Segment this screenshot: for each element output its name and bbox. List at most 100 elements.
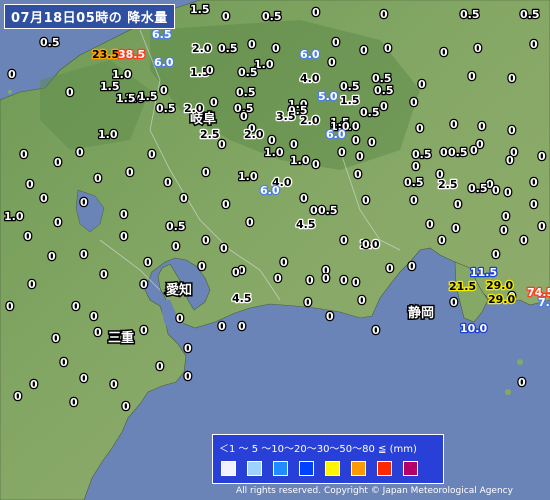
station-value: 0: [352, 134, 360, 147]
station-value: 0: [538, 220, 546, 233]
station-value: 0: [24, 230, 32, 243]
station-value: 0: [122, 400, 130, 413]
station-value: 2.0: [192, 42, 212, 55]
legend-swatch: [221, 461, 236, 476]
station-value: 0: [40, 192, 48, 205]
station-value: 0.5: [448, 146, 468, 159]
station-value: 0: [218, 320, 226, 333]
station-value: 0: [504, 186, 512, 199]
station-value: 0: [530, 198, 538, 211]
station-value: 0.5: [238, 66, 258, 79]
map-title: 07月18日05時の 降水量: [4, 4, 175, 29]
station-value: 0: [384, 42, 392, 55]
station-value: 0.5: [374, 84, 394, 97]
station-value: 0.5: [404, 176, 424, 189]
station-value: 0: [362, 238, 370, 251]
station-value: 0: [8, 68, 16, 81]
station-value: 0: [290, 138, 298, 151]
station-value: 0: [222, 198, 230, 211]
station-value: 0: [530, 176, 538, 189]
legend-swatch: [403, 461, 418, 476]
station-value: 0: [300, 192, 308, 205]
station-value: 0: [202, 166, 210, 179]
station-value: 0: [450, 296, 458, 309]
station-value: 0: [368, 136, 376, 149]
station-value: 1.0: [290, 154, 310, 167]
station-value: 6.0: [300, 48, 320, 61]
station-value: 5.0: [318, 90, 338, 103]
station-value: 0: [280, 256, 288, 269]
station-value: 0: [28, 278, 36, 291]
station-value: 0: [6, 300, 14, 313]
station-value: 11.5: [470, 266, 497, 279]
station-value: 0: [386, 262, 394, 275]
station-value: 0: [312, 158, 320, 171]
station-value: 0: [356, 150, 364, 163]
station-value: 0: [426, 218, 434, 231]
station-value: 0: [94, 172, 102, 185]
legend-scale: ＜1 ～ 5 ～10～20～30～50～80 ≦ (mm): [219, 444, 417, 455]
station-value: 0: [172, 240, 180, 253]
station-value: 0: [48, 250, 56, 263]
station-value: 0: [220, 242, 228, 255]
station-value: 4.0: [300, 72, 320, 85]
station-value: 0: [380, 8, 388, 21]
station-value: 0: [120, 230, 128, 243]
station-value: 0: [520, 234, 528, 247]
station-value: 0: [248, 38, 256, 51]
station-value: 10.0: [460, 322, 487, 335]
station-value: 38.5: [118, 48, 145, 61]
station-value: 0: [358, 294, 366, 307]
station-value: 0: [352, 276, 360, 289]
station-value: 0: [306, 274, 314, 287]
station-value: 0: [148, 148, 156, 161]
precipitation-legend: ＜1 ～ 5 ～10～20～30～50～80 ≦ (mm): [212, 434, 444, 484]
station-value: 0: [332, 36, 340, 49]
station-value: 0: [508, 124, 516, 137]
station-value: 2.0: [184, 102, 204, 115]
station-value: 2.0: [300, 114, 320, 127]
station-value: 0: [80, 248, 88, 261]
legend-swatches: [221, 461, 418, 476]
legend-swatch: [247, 461, 262, 476]
station-value: 0: [440, 146, 448, 159]
station-value: 0: [492, 248, 500, 261]
station-value: 0: [110, 378, 118, 391]
station-value: 0: [26, 178, 34, 191]
legend-swatch: [325, 461, 340, 476]
station-value: 1.0: [4, 210, 24, 223]
station-value: 0: [218, 138, 226, 151]
station-value: 0: [354, 168, 362, 181]
station-value: 0: [328, 56, 336, 69]
station-value: 23.5: [92, 48, 119, 61]
station-value: 0: [76, 146, 84, 159]
station-value: 0: [492, 184, 500, 197]
station-value: 4.5: [296, 218, 316, 231]
station-value: 1.0: [264, 146, 284, 159]
station-value: 1.5: [190, 3, 210, 16]
station-value: 0: [54, 216, 62, 229]
station-value: 0: [474, 42, 482, 55]
station-value: 0.5: [520, 8, 540, 21]
station-value: 0: [416, 122, 424, 135]
station-value: 0: [340, 274, 348, 287]
station-value: 0: [450, 118, 458, 131]
station-value: 7.0: [538, 296, 550, 309]
copyright-notice: All rights reserved. Copyright © Japan M…: [236, 486, 513, 496]
station-value: 0.5: [468, 182, 488, 195]
station-value: 0.5: [236, 86, 256, 99]
station-value: 0: [238, 320, 246, 333]
prefecture-label: 静岡: [408, 305, 434, 321]
station-value: 0: [246, 216, 254, 229]
prefecture-label: 愛知: [166, 282, 192, 298]
prefecture-label: 三重: [108, 330, 134, 346]
station-value: 0: [70, 396, 78, 409]
station-value: 0: [312, 6, 320, 19]
station-value: 0: [140, 278, 148, 291]
station-value: 0: [94, 326, 102, 339]
station-value: 0: [272, 42, 280, 55]
station-value: 0: [408, 260, 416, 273]
station-value: 6.0: [154, 56, 174, 69]
station-value: 0: [80, 372, 88, 385]
station-value: 0: [176, 312, 184, 325]
